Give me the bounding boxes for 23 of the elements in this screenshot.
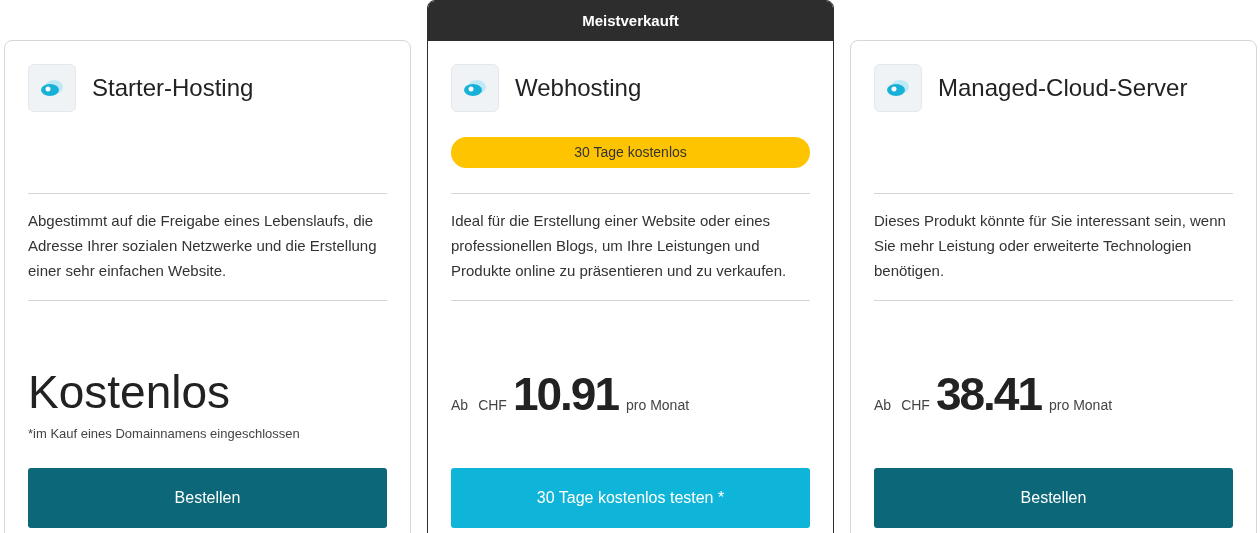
plan-description: Abgestimmt auf die Freigabe eines Lebenslaufs, die Adresse Ihrer sozialen Netzwerke und die Erstellung einer sehr einfachen Website. [28,211,378,281]
price-amount: 38.41 [935,368,1042,420]
plan-title: Webhosting [515,73,642,103]
price-amount: 10.91 [512,368,619,420]
cloud-icon [28,64,76,112]
price-period: pro Monat [626,396,690,415]
cloud-icon [451,64,499,112]
price-prefix: Ab [451,396,469,415]
order-button[interactable]: Bestellen [874,468,1233,528]
price-prefix: Ab [874,396,892,415]
ribbon-label: Meistverkauft [428,1,833,41]
order-button[interactable]: Bestellen [28,468,387,528]
price-footnote: *im Kauf eines Domainnamens eingeschlossen [28,425,301,443]
price-currency: CHF [478,396,507,415]
plan-title: Starter-Hosting [92,73,254,103]
plan-description: Dieses Produkt könnte für Sie interessant sein, wenn Sie mehr Leistung oder erweiterte Technologien benötigen. [874,211,1227,281]
price-period: pro Monat [1049,396,1113,415]
price-text: Kostenlos [28,366,231,418]
cloud-icon [874,64,922,112]
plan-title: Managed-Cloud-Server [938,73,1188,103]
trial-badge: 30 Tage kostenlos [451,137,810,168]
plan-description: Ideal für die Erstellung einer Website oder eines professionellen Blogs, um Ihre Leistungen und Produkte online zu präsentieren und zu verkaufen. [451,211,788,281]
price-currency: CHF [901,396,930,415]
